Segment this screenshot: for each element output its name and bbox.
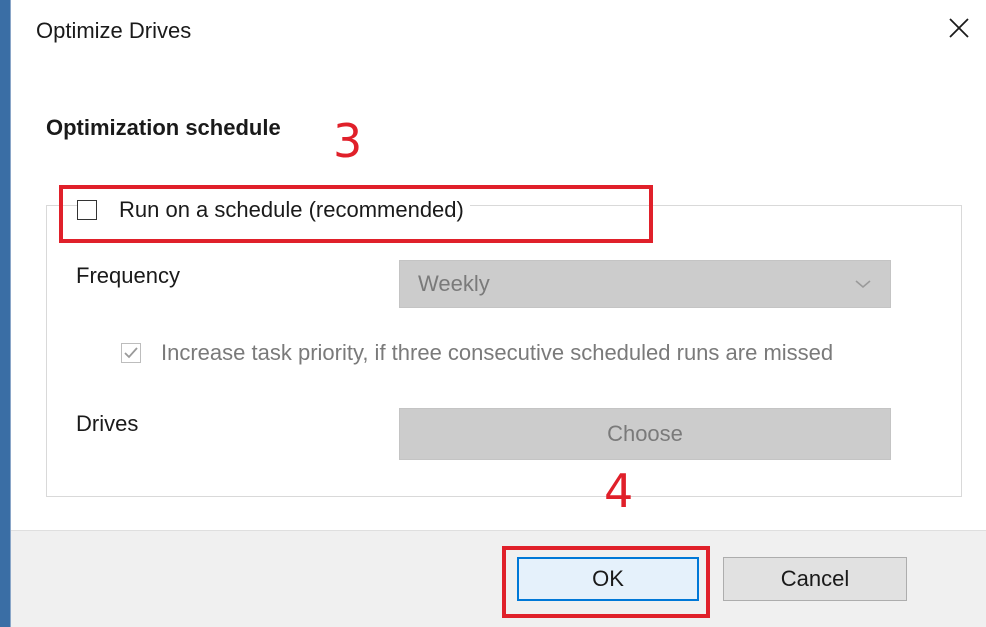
dialog-title: Optimize Drives [36, 18, 192, 43]
cancel-button[interactable]: Cancel [723, 557, 907, 601]
frequency-select[interactable]: Weekly [399, 260, 891, 308]
run-on-schedule-checkbox[interactable]: Run on a schedule (recommended) [77, 197, 470, 223]
checkbox-icon[interactable] [121, 343, 141, 363]
close-button[interactable] [941, 10, 977, 46]
choose-drives-button[interactable]: Choose [399, 408, 891, 460]
check-icon [124, 347, 138, 359]
run-on-schedule-label: Run on a schedule (recommended) [119, 197, 464, 222]
annotation-step-3: 3 [333, 114, 363, 168]
increase-priority-label: Increase task priority, if three consecu… [161, 340, 834, 365]
drives-label: Drives [76, 411, 139, 436]
frequency-label: Frequency [76, 263, 180, 288]
chevron-down-icon [855, 280, 871, 289]
optimize-drives-dialog: Optimize Drives Optimization schedule Ru… [10, 0, 986, 627]
close-icon [949, 18, 969, 38]
frequency-value: Weekly [418, 271, 490, 296]
section-title: Optimization schedule [46, 115, 281, 140]
annotation-step-4: 4 [604, 464, 634, 518]
increase-priority-checkbox[interactable]: Increase task priority, if three consecu… [121, 340, 833, 366]
ok-button[interactable]: OK [517, 557, 699, 601]
checkbox-icon[interactable] [77, 200, 97, 220]
